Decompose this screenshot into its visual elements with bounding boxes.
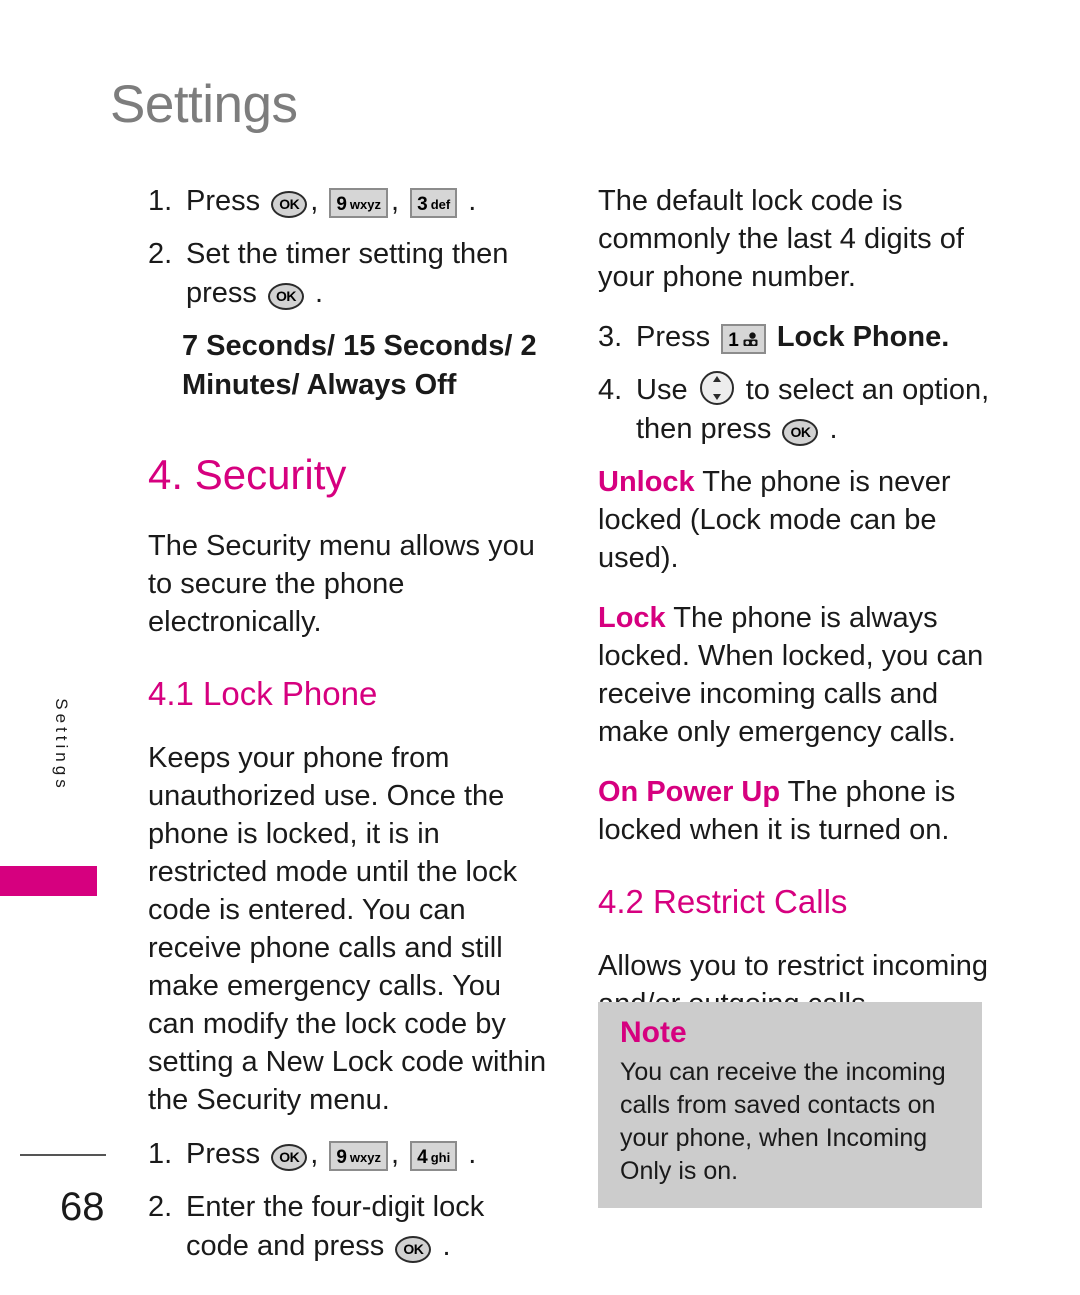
left-column: 1. Press OK, 9 wxyz, 3 def . 2. Set the ti… xyxy=(148,182,552,1280)
key-digit: 9 xyxy=(336,1147,347,1168)
step-text: Use to select an option, then press OK . xyxy=(636,371,1002,449)
security-intro-text: The Security menu allows you to secure t… xyxy=(148,530,535,638)
timer-options: 7 Seconds/ 15 Seconds/ 2 Minutes/ Always… xyxy=(182,330,537,401)
period: . xyxy=(829,413,838,445)
menu-target-label: Lock Phone xyxy=(776,321,942,353)
period: . xyxy=(941,321,950,353)
press-label: Press xyxy=(186,1138,261,1170)
numeric-key-4-icon: 4 ghi xyxy=(410,1141,458,1171)
note-callout: Note You can receive the incoming calls … xyxy=(598,1002,982,1208)
numeric-key-9-icon: 9 wxyz xyxy=(329,1141,388,1171)
comma: , xyxy=(390,1138,400,1170)
key-letters: wxyz xyxy=(349,197,381,212)
step-item: 4. Use to select an option, then press O… xyxy=(598,371,1002,449)
ok-key-icon: OK xyxy=(395,1236,432,1263)
step-number: 1. xyxy=(148,1138,173,1170)
footer-divider xyxy=(20,1154,106,1156)
step-number: 2. xyxy=(148,238,173,270)
ok-key-icon: OK xyxy=(271,191,308,218)
option-description: On Power Up The phone is locked when it … xyxy=(598,773,1002,849)
step-text: Press OK, 9 wxyz, 4 ghi . xyxy=(186,1135,552,1174)
key-digit: 3 xyxy=(417,194,428,215)
key-digit: 4 xyxy=(417,1147,428,1168)
voicemail-icon xyxy=(742,329,759,346)
numeric-key-1-icon: 1 xyxy=(721,324,766,354)
option-description: Unlock The phone is never locked (Lock m… xyxy=(598,463,1002,577)
step-item: 1. Press OK, 9 wxyz, 3 def . xyxy=(148,182,552,221)
step-item: 1. Press OK, 9 wxyz, 4 ghi . xyxy=(148,1135,552,1174)
right-column: The default lock code is commonly the la… xyxy=(598,182,1002,1045)
note-title: Note xyxy=(620,1016,687,1049)
step-text: Enter the four-digit lock code and press… xyxy=(186,1188,552,1266)
period: . xyxy=(315,277,324,309)
option-term: On Power Up xyxy=(598,776,781,808)
key-letters: ghi xyxy=(430,1150,451,1165)
period: . xyxy=(468,1138,477,1170)
key-digit: 9 xyxy=(336,194,347,215)
step-text: Press 1 Lock Phone. xyxy=(636,318,1002,357)
comma: , xyxy=(390,185,400,217)
step-item: 2. Enter the four-digit lock code and pr… xyxy=(148,1188,552,1266)
press-label: Press xyxy=(636,321,711,353)
option-term: Lock xyxy=(598,602,666,634)
heading-restrict-calls: 4.2 Restrict Calls xyxy=(598,883,848,920)
navigation-key-icon xyxy=(699,371,734,405)
ok-key-icon: OK xyxy=(271,1144,308,1171)
key-letters: wxyz xyxy=(349,1150,381,1165)
period: . xyxy=(442,1230,451,1262)
note-body-text: You can receive the incoming calls from … xyxy=(620,1058,946,1185)
heading-security: 4. Security xyxy=(148,451,347,498)
step-number: 4. xyxy=(598,374,623,406)
period: . xyxy=(468,185,477,217)
key-letters: def xyxy=(430,197,451,212)
step-text: Press OK, 9 wxyz, 3 def . xyxy=(186,182,552,221)
step-text: Set the timer setting then press OK . xyxy=(186,235,552,313)
ok-key-icon: OK xyxy=(267,283,304,310)
numeric-key-9-icon: 9 wxyz xyxy=(329,188,388,218)
step-number: 1. xyxy=(148,185,173,217)
use-label: Use xyxy=(636,374,688,406)
side-tab-label: Settings xyxy=(52,698,71,792)
ok-key-icon: OK xyxy=(782,419,819,446)
page-title: Settings xyxy=(110,75,298,134)
step-item: 3. Press 1 Lock Phone. xyxy=(598,318,1002,357)
lock-phone-body-text: Keeps your phone from unauthorized use. … xyxy=(148,742,547,1116)
step-number: 2. xyxy=(148,1191,173,1223)
step-sentence: Enter the four-digit lock code and press xyxy=(186,1191,485,1262)
step-sentence: Set the timer setting then press xyxy=(186,238,509,309)
comma: , xyxy=(310,1138,319,1170)
heading-lock-phone: 4.1 Lock Phone xyxy=(148,675,378,712)
step-item: 2. Set the timer setting then press OK . xyxy=(148,235,552,313)
option-term: Unlock xyxy=(598,466,695,498)
option-description: Lock The phone is always locked. When lo… xyxy=(598,599,1002,751)
default-lock-code-note: The default lock code is commonly the la… xyxy=(598,185,964,293)
press-label: Press xyxy=(186,185,261,217)
key-digit: 1 xyxy=(728,330,739,351)
numeric-key-3-icon: 3 def xyxy=(410,188,458,218)
step-number: 3. xyxy=(598,321,623,353)
side-tab-marker xyxy=(0,866,97,896)
page-number: 68 xyxy=(60,1185,105,1229)
comma: , xyxy=(310,185,319,217)
